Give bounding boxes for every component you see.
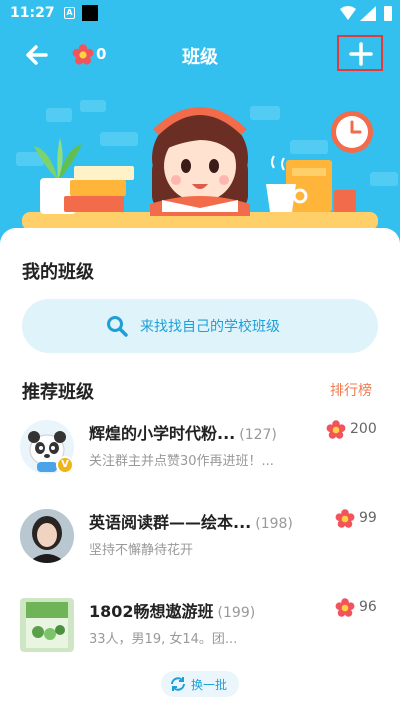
signal-icon [360,6,376,21]
flower-icon [326,420,346,439]
member-count: (199) [217,605,256,621]
status-app-icon [82,5,98,21]
recommended-title: 推荐班级 [22,382,94,403]
my-class-title: 我的班级 [22,262,94,283]
member-count: (127) [239,427,277,443]
flower-count: 96 [359,599,377,615]
class-description: 坚持不懈静待花开 [89,543,194,558]
flower-icon [335,598,355,617]
avatar [20,598,74,652]
verified-badge: V [56,456,74,474]
person-avatar-image [20,509,74,563]
leaderboard-link[interactable]: 排行榜 [330,380,372,400]
classroom-illustration [16,100,398,230]
class-name: 1802畅想遨游班 (199) [89,598,255,622]
class-name: 辉煌的小学时代粉... (127) [89,420,277,444]
status-time: 11:27 [10,5,55,21]
header-banner: 11:27 A 0 班级 [0,0,400,260]
status-notification-icon: A [64,7,75,19]
battery-icon [384,6,392,21]
class-list-item[interactable]: V 辉煌的小学时代粉... (127) 关注群主并点赞30作再进班！... 200 [0,420,400,510]
flower-count: 200 [350,421,377,437]
class-search-box[interactable]: 来找找自己的学校班级 [22,299,378,353]
member-count: (198) [255,516,293,532]
flower-count: 99 [359,510,377,526]
class-name-text: 辉煌的小学时代粉... [89,424,236,443]
status-bar: 11:27 A [0,0,400,28]
refresh-label: 换一批 [191,678,228,692]
search-icon [107,316,128,337]
wifi-icon [340,6,356,20]
class-list-item[interactable]: 英语阅读群——绘本... (198) 坚持不懈静待花开 99 [0,509,400,599]
class-description: 33人，男19, 女14。团... [89,632,238,647]
plus-icon [349,42,373,66]
flower-icon [335,509,355,528]
refresh-batch-button[interactable]: 换一批 [161,671,239,697]
add-class-button[interactable] [337,35,383,71]
refresh-icon [171,677,185,691]
class-photo-image [26,602,68,648]
class-name-text: 1802畅想遨游班 [89,602,214,621]
class-name-text: 英语阅读群——绘本... [89,513,252,532]
class-description: 关注群主并点赞30作再进班！... [89,454,274,469]
class-name: 英语阅读群——绘本... (198) [89,509,293,533]
content-card: 我的班级 来找找自己的学校班级 推荐班级 排行榜 V 辉煌的小学时代粉... (1… [0,228,400,720]
avatar [20,509,74,563]
search-placeholder: 来找找自己的学校班级 [140,319,280,335]
